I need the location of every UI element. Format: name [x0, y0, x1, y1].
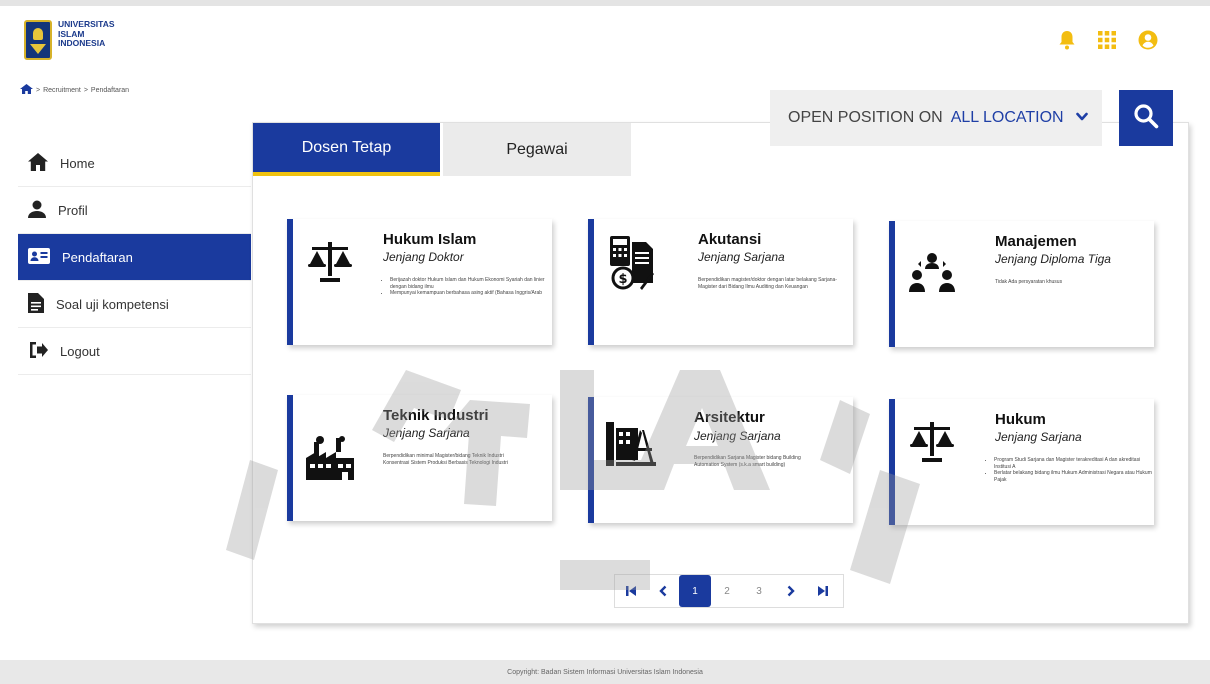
- card-level: Jenjang Doktor: [383, 250, 464, 264]
- last-page-icon: [818, 586, 828, 596]
- job-card-akutansi[interactable]: $ Akutansi Jenjang Sarjana Berpendidikan…: [588, 219, 853, 345]
- svg-text:$: $: [618, 272, 627, 287]
- id-card-icon: [28, 247, 50, 267]
- sidebar-item-profil[interactable]: Profil: [18, 187, 251, 234]
- calculator-money-icon: $: [606, 236, 656, 290]
- last-page-button[interactable]: [807, 575, 839, 607]
- sidebar-item-home[interactable]: Home: [18, 140, 251, 187]
- next-page-button[interactable]: [775, 575, 807, 607]
- breadcrumb: > Recruitment > Pendaftaran: [20, 84, 129, 96]
- card-level: Jenjang Sarjana: [995, 430, 1082, 444]
- job-card-arsitektur[interactable]: Arsitektur Jenjang Sarjana Berpendidikan…: [588, 397, 853, 523]
- card-title: Manajemen: [995, 233, 1077, 250]
- sidebar-item-pendaftaran[interactable]: Pendaftaran: [18, 234, 251, 281]
- card-requirement: Program Studi Sarjana dan Magister terak…: [994, 457, 1157, 470]
- page-1-button[interactable]: 1: [679, 575, 711, 607]
- card-description: Program Studi Sarjana dan Magister terak…: [987, 457, 1157, 483]
- prev-page-button[interactable]: [647, 575, 679, 607]
- university-logo[interactable]: UNIVERSITAS ISLAM INDONESIA: [24, 19, 115, 60]
- tab-dosen-tetap[interactable]: Dosen Tetap: [253, 123, 440, 176]
- job-card-teknik-industri[interactable]: Teknik Industri Jenjang Sarjana Berpendi…: [287, 395, 552, 521]
- scales-icon: [305, 237, 355, 287]
- sidebar: Home Profil Pendaftaran Soal uji kompete…: [18, 140, 251, 375]
- page-2-button[interactable]: 2: [711, 575, 743, 607]
- team-icon: [907, 247, 957, 297]
- pagination: 1 2 3: [614, 574, 844, 608]
- apps-grid-icon[interactable]: [1098, 31, 1116, 49]
- sidebar-item-label: Home: [60, 155, 95, 171]
- logout-icon: [28, 341, 48, 361]
- card-title: Akutansi: [698, 231, 762, 248]
- location-filter[interactable]: OPEN POSITION ON ALL LOCATION: [770, 90, 1102, 146]
- sidebar-item-label: Profil: [58, 202, 88, 218]
- card-title: Arsitektur: [694, 409, 765, 426]
- card-title: Hukum Islam: [383, 231, 477, 248]
- card-description: Berpendidikan magister/doktor dengan lat…: [698, 277, 837, 290]
- top-strip: [0, 0, 1210, 6]
- copyright-text: Copyright: Badan Sistem Informasi Univer…: [507, 668, 703, 676]
- document-icon: [28, 292, 44, 316]
- search-icon: [1133, 103, 1159, 134]
- sidebar-item-logout[interactable]: Logout: [18, 328, 251, 375]
- page-3-button[interactable]: 3: [743, 575, 775, 607]
- scales-icon: [907, 417, 957, 467]
- header-actions: [1058, 30, 1158, 50]
- breadcrumb-separator: >: [36, 86, 41, 94]
- breadcrumb-recruitment[interactable]: Recruitment: [43, 87, 81, 94]
- first-page-icon: [626, 586, 636, 596]
- factory-icon: [305, 433, 355, 483]
- bell-icon[interactable]: [1058, 30, 1076, 50]
- card-description: Berpendidikan Sarjana Magister bidang Bu…: [694, 455, 801, 468]
- chevron-down-icon: [1076, 110, 1088, 129]
- job-listing-panel: Dosen Tetap Pegawai Hukum Islam Jenjang …: [252, 122, 1189, 624]
- job-card-hukum-islam[interactable]: Hukum Islam Jenjang Doktor Berijazah dok…: [287, 219, 552, 345]
- sidebar-item-label: Pendaftaran: [62, 249, 133, 265]
- card-title: Teknik Industri: [383, 407, 489, 424]
- card-description: Berpendidikan minimal Magister/bidang Te…: [383, 453, 508, 466]
- breadcrumb-separator: >: [83, 86, 88, 94]
- card-title: Hukum: [995, 411, 1046, 428]
- first-page-button[interactable]: [615, 575, 647, 607]
- sidebar-item-label: Soal uji kompetensi: [56, 296, 169, 312]
- location-filter-label: OPEN POSITION ON: [788, 109, 943, 126]
- home-icon: [28, 152, 48, 174]
- card-requirement: Berijazah doktor Hukum Islam dan Hukum E…: [390, 277, 548, 290]
- card-level: Jenjang Sarjana: [694, 429, 781, 443]
- logo-emblem: [24, 20, 52, 60]
- card-requirement: Berlatar belakang bidang ilmu Hukum Admi…: [994, 470, 1157, 483]
- card-level: Jenjang Diploma Tiga: [995, 252, 1111, 266]
- card-description: Berijazah doktor Hukum Islam dan Hukum E…: [383, 277, 548, 297]
- location-filter-value: ALL LOCATION: [950, 109, 1064, 126]
- breadcrumb-pendaftaran: Pendaftaran: [90, 86, 130, 94]
- logo-text: UNIVERSITAS ISLAM INDONESIA: [58, 19, 115, 49]
- chevron-right-icon: [787, 585, 795, 597]
- job-card-manajemen[interactable]: Manajemen Jenjang Diploma Tiga Tidak Ada…: [889, 221, 1154, 347]
- job-card-hukum[interactable]: Hukum Jenjang Sarjana Program Studi Sarj…: [889, 399, 1154, 525]
- logo-line-3: INDONESIA: [58, 38, 106, 48]
- sidebar-item-soal[interactable]: Soal uji kompetensi: [18, 281, 251, 328]
- sidebar-item-label: Logout: [60, 343, 100, 359]
- user-icon: [28, 200, 46, 221]
- card-description: Tidak Ada persyaratan khusus: [995, 279, 1063, 285]
- card-requirement: Mempunyai kemampuan berbahasa asing akti…: [390, 290, 548, 297]
- search-button[interactable]: [1119, 90, 1173, 146]
- tab-pegawai[interactable]: Pegawai: [443, 123, 631, 176]
- architecture-icon: [606, 419, 656, 469]
- account-icon[interactable]: [1138, 30, 1158, 50]
- footer: Copyright: Badan Sistem Informasi Univer…: [0, 660, 1210, 684]
- home-breadcrumb-icon[interactable]: [20, 84, 33, 96]
- chevron-left-icon: [659, 585, 667, 597]
- card-level: Jenjang Sarjana: [383, 426, 470, 440]
- card-level: Jenjang Sarjana: [698, 250, 785, 264]
